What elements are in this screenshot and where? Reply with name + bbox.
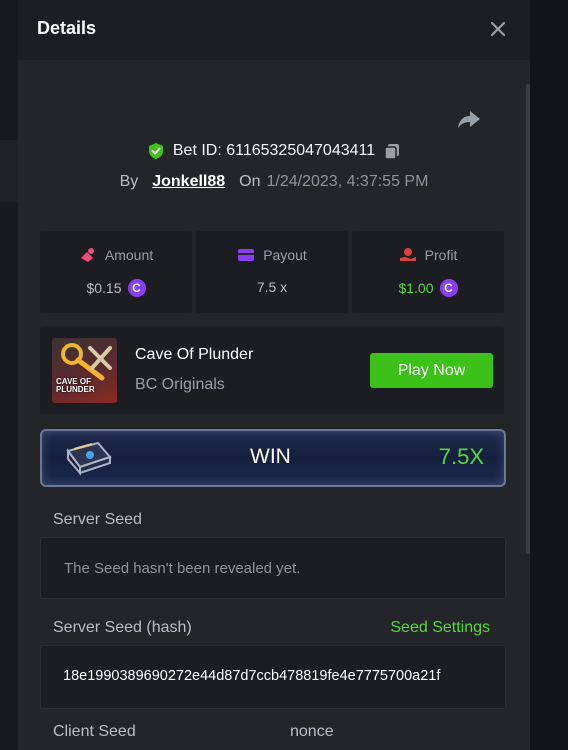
modal-header: Details: [18, 0, 530, 60]
bet-id-row: Bet ID: 61165325047043411: [18, 140, 530, 162]
coin-icon: C: [127, 279, 146, 297]
backdrop-left: [0, 0, 18, 750]
username-link[interactable]: Jonkell88: [152, 173, 225, 191]
bet-date: 1/24/2023, 4:37:55 PM: [266, 173, 429, 190]
payout-value: 7.5 x: [256, 279, 288, 295]
profit-stat: Profit $1.00 C: [352, 231, 504, 313]
by-label: By: [119, 173, 139, 190]
modal-title: Details: [37, 18, 97, 38]
thumbnail-caption-line2: PLUNDER: [56, 385, 95, 394]
treasure-chest-icon: [66, 441, 112, 476]
coin-icon: C: [439, 279, 458, 297]
server-seed-value: The Seed hasn't been revealed yet.: [64, 560, 301, 577]
share-button[interactable]: [455, 105, 483, 133]
amount-stat: Amount $0.15 C: [40, 231, 192, 313]
server-seed-label: Server Seed: [53, 511, 142, 528]
amount-value-row: $0.15 C: [40, 279, 192, 297]
client-seed-label: Client Seed: [53, 723, 136, 740]
payout-card-icon: [238, 249, 255, 261]
profit-head: Profit: [352, 247, 504, 263]
game-name[interactable]: Cave Of Plunder: [135, 346, 253, 364]
bet-meta-row: By Jonkell88 On 1/24/2023, 4:37:55 PM: [18, 171, 530, 193]
close-button[interactable]: [486, 17, 510, 41]
game-thumbnail[interactable]: CAVE OF PLUNDER: [52, 338, 117, 403]
bet-stats: Amount $0.15 C Payout 7.5 x Profit $1.00…: [40, 231, 504, 313]
backdrop-right: [530, 0, 568, 750]
result-multiplier: 7.5X: [438, 444, 484, 469]
result-banner: WIN 7.5X: [40, 429, 506, 487]
payout-label: Payout: [263, 247, 307, 263]
copy-icon[interactable]: [383, 142, 401, 160]
amount-label: Amount: [104, 247, 154, 263]
amount-value: $0.15: [86, 280, 122, 296]
play-now-button[interactable]: Play Now: [370, 353, 493, 388]
profit-label: Profit: [424, 247, 458, 263]
server-seed-field[interactable]: The Seed hasn't been revealed yet.: [40, 537, 506, 599]
shield-check-icon: [148, 143, 163, 159]
bet-details-modal: Details Bet ID: 61165325047043411 By Jon…: [18, 0, 530, 750]
profit-hand-icon: [399, 248, 416, 261]
profit-value-row: $1.00 C: [352, 279, 504, 297]
payout-value-row: 7.5 x: [196, 279, 348, 295]
server-seed-hash-field[interactable]: 18e1990389690272e44d87d7ccb478819fe4e777…: [40, 645, 506, 709]
game-provider: BC Originals: [135, 376, 225, 393]
share-icon: [458, 111, 480, 128]
server-seed-hash-label: Server Seed (hash): [53, 619, 192, 636]
close-icon: [490, 21, 506, 37]
bet-id: Bet ID: 61165325047043411: [172, 142, 376, 159]
backdrop-panel: [0, 140, 18, 202]
on-label: On: [239, 173, 261, 190]
server-seed-hash-value: 18e1990389690272e44d87d7ccb478819fe4e777…: [63, 668, 441, 684]
payout-head: Payout: [196, 247, 348, 263]
profit-value: $1.00: [398, 280, 434, 296]
bet-amount-icon: [80, 248, 94, 262]
thumbnail-caption: CAVE OF PLUNDER: [56, 378, 95, 394]
amount-head: Amount: [40, 247, 192, 263]
result-status: WIN: [250, 445, 291, 468]
seed-settings-link[interactable]: Seed Settings: [390, 619, 490, 637]
nonce-label: nonce: [290, 723, 334, 740]
payout-stat: Payout 7.5 x: [196, 231, 348, 313]
game-card: CAVE OF PLUNDER Cave Of Plunder BC Origi…: [40, 326, 504, 414]
